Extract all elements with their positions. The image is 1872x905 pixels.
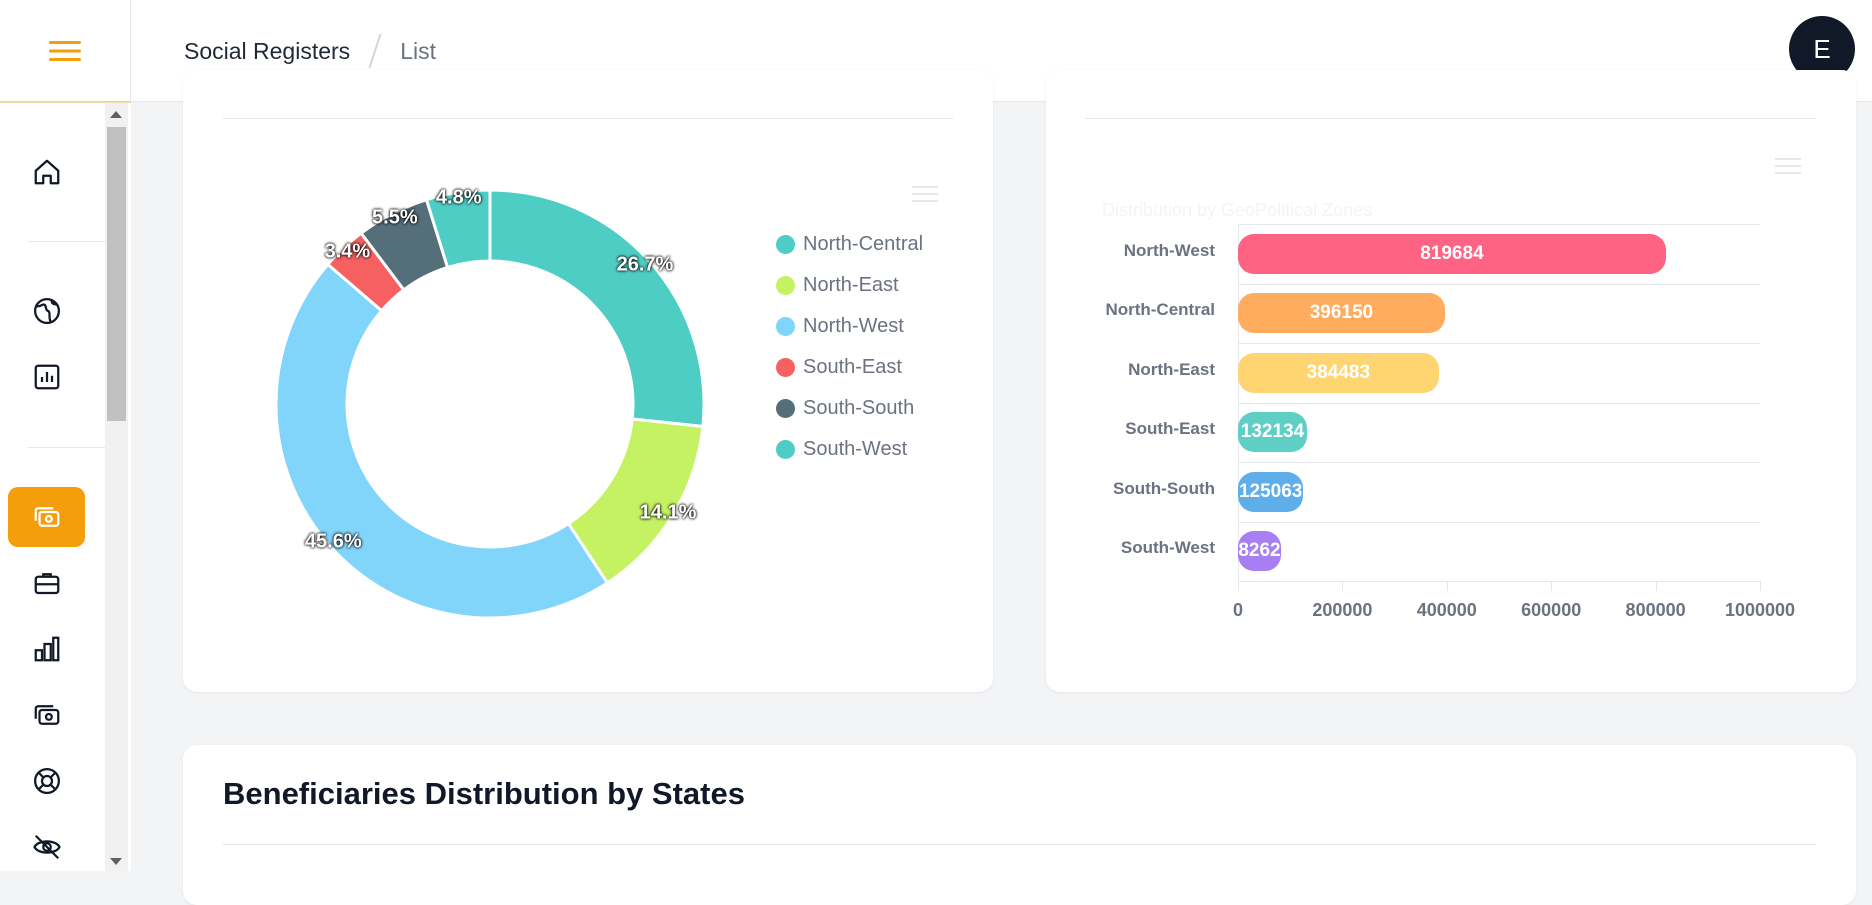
donut-data-label: 14.1% <box>639 501 697 524</box>
x-tick-label: 800000 <box>1625 600 1686 620</box>
legend-swatch <box>776 276 795 295</box>
section-title: Beneficiaries Distribution by States <box>223 776 745 811</box>
legend-label: North-Central <box>803 233 924 255</box>
card-divider <box>223 844 1816 845</box>
grid-line <box>1238 343 1760 344</box>
legend-item-south-south[interactable]: South-South <box>776 388 923 429</box>
states-distribution-card <box>183 745 1856 905</box>
donut-data-label: 5.5% <box>372 206 418 229</box>
tick-mark <box>1551 581 1553 591</box>
x-tick-label: 600000 <box>1521 600 1582 620</box>
y-axis-line <box>1238 224 1239 581</box>
bar-chart-card <box>1046 70 1856 692</box>
bar-value-label: 8262 <box>1238 540 1281 562</box>
chart-menu-icon[interactable] <box>1775 158 1801 176</box>
grid-line <box>1238 581 1760 582</box>
legend-label: North-East <box>803 274 899 296</box>
legend-swatch <box>776 317 795 336</box>
y-category-label: South-West <box>1120 538 1215 558</box>
legend-label: South-South <box>803 397 915 419</box>
legend-swatch <box>776 235 795 254</box>
x-tick-label: 0 <box>1232 600 1244 620</box>
legend-label: South-East <box>803 356 902 378</box>
legend-item-north-central[interactable]: North-Central <box>776 224 923 265</box>
legend-swatch <box>776 440 795 459</box>
bar-north-west[interactable]: 819684 <box>1238 233 1666 274</box>
grid-line <box>1238 462 1760 463</box>
donut-data-label: 3.4% <box>324 240 371 263</box>
grid-line <box>1238 402 1760 404</box>
legend-item-north-east[interactable]: North-East <box>776 265 923 306</box>
legend-item-south-east[interactable]: South-East <box>776 347 923 388</box>
y-category-label: South-East <box>1125 419 1215 439</box>
legend-label: South-West <box>803 438 908 460</box>
donut-data-label: 45.6% <box>304 530 362 553</box>
bar-value-label: 819684 <box>1420 242 1484 264</box>
bar-value-label: 125063 <box>1238 480 1303 502</box>
grid-line <box>1238 521 1760 523</box>
donut-slice-north-west[interactable] <box>274 262 610 620</box>
donut-data-label: 26.7% <box>616 253 674 276</box>
legend-item-north-west[interactable]: North-West <box>776 306 923 347</box>
grid-line <box>1238 283 1760 285</box>
bar-value-label: 396150 <box>1309 302 1374 324</box>
donut-slice-north-central[interactable] <box>488 188 706 429</box>
tick-mark <box>1760 581 1761 591</box>
donut-data-label: 4.8% <box>435 186 482 209</box>
y-category-label: North-West <box>1123 240 1215 260</box>
legend-item-south-west[interactable]: South-West <box>776 429 923 470</box>
bar-south-west[interactable]: 8262 <box>1238 531 1281 572</box>
bar-chart-title: Distribution by GeoPolitical Zones <box>1102 200 1373 220</box>
y-category-label: North-East <box>1128 359 1215 379</box>
bar-value-label: 384483 <box>1306 361 1371 383</box>
tick-mark <box>1342 581 1344 591</box>
bar-value-label: 132134 <box>1240 421 1305 443</box>
x-tick-label: 200000 <box>1312 600 1373 620</box>
y-category-label: South-South <box>1113 478 1215 498</box>
card-divider <box>1085 118 1816 119</box>
bar-north-east[interactable]: 384483 <box>1238 352 1439 393</box>
legend-swatch <box>776 358 795 377</box>
tick-mark <box>1655 581 1657 591</box>
legend-label: North-West <box>803 315 904 337</box>
legend-swatch <box>776 399 795 418</box>
x-tick-label: 1000000 <box>1724 600 1796 620</box>
donut-legend: North-Central North-East North-West South-E… <box>776 224 923 470</box>
x-tick-label: 400000 <box>1416 600 1477 620</box>
y-category-label: North-Central <box>1105 300 1215 320</box>
bar-south-south[interactable]: 125063 <box>1238 471 1304 512</box>
tick-mark <box>1446 581 1448 591</box>
grid-line <box>1238 224 1760 225</box>
bar-south-east[interactable]: 132134 <box>1238 412 1307 453</box>
bar-north-central[interactable]: 396150 <box>1238 293 1445 334</box>
tick-mark <box>1238 581 1239 591</box>
